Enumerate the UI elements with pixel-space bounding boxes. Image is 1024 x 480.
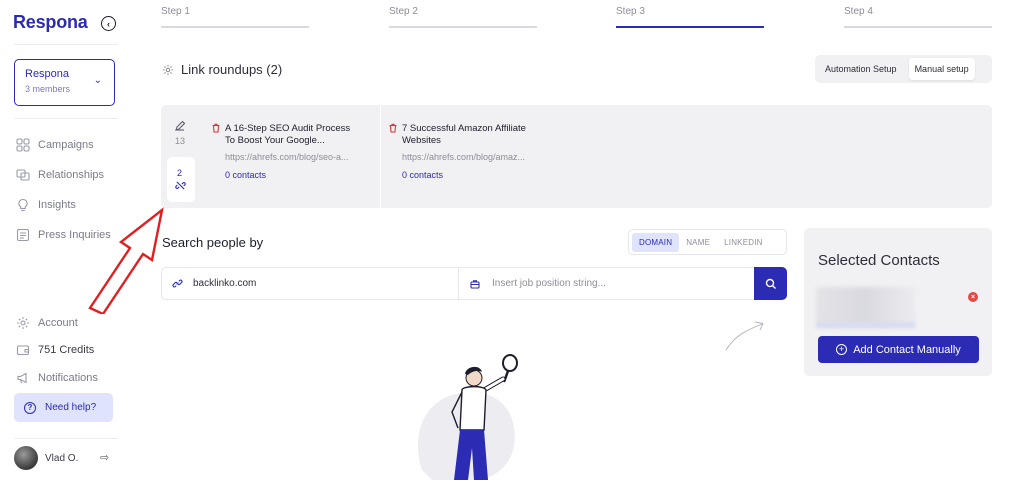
chevron-down-icon: ⌄ (93, 75, 102, 86)
search-type-name[interactable]: NAME (679, 233, 717, 252)
domain-input[interactable]: backlinko.com (162, 268, 459, 299)
team-members-count: 3 members (25, 84, 71, 94)
unlink-icon (175, 181, 186, 190)
avatar (14, 446, 38, 470)
divider (14, 438, 118, 439)
sidebar-item-label: Insights (38, 199, 76, 211)
step-label: Step 3 (616, 6, 645, 17)
step-label: Step 2 (389, 6, 418, 17)
roundup-title: 7 Successful Amazon Affiliate Websites (402, 123, 526, 147)
credits-label: 751 Credits (38, 344, 95, 356)
plus-icon: + (836, 344, 848, 355)
automation-setup-button[interactable]: Automation Setup (819, 58, 903, 80)
roundup-url[interactable]: https://ahrefs.com/blog/seo-a... (225, 152, 349, 162)
team-switcher[interactable]: Respona 3 members ⌄ (14, 59, 115, 106)
sidebar-item-relationships[interactable]: Relationships (16, 168, 104, 182)
need-help-label: Need help? (45, 402, 97, 413)
total-count: 13 (175, 136, 186, 146)
roundup-url[interactable]: https://ahrefs.com/blog/amaz... (402, 152, 525, 162)
search-type-domain[interactable]: DOMAIN (632, 232, 680, 252)
roundup-title: A 16-Step SEO Audit Process To Boost You… (225, 123, 350, 147)
link-icon (172, 279, 183, 288)
collapse-sidebar-icon[interactable]: ‹ (101, 16, 116, 31)
section-title: Link roundups (2) (181, 62, 283, 77)
setup-mode-toggle: Automation Setup Manual setup (815, 55, 992, 83)
blurred-contact (816, 287, 915, 327)
add-contact-manually-button[interactable]: + Add Contact Manually (818, 336, 979, 363)
app-root: { "app": { "name": "Respona" }, "team": … (0, 0, 1024, 480)
sidebar-item-label: Account (38, 317, 78, 329)
trash-icon[interactable] (211, 123, 221, 133)
question-icon: ? (24, 401, 36, 414)
person-with-magnifier-illustration (417, 354, 518, 480)
sidebar-item-label: Relationships (38, 169, 105, 181)
user-profile[interactable]: Vlad O. (14, 446, 78, 470)
job-position-input[interactable]: Insert job position string... (460, 268, 756, 299)
annotation-arrow (88, 207, 164, 314)
step-1[interactable]: Step 1 (161, 6, 309, 28)
grid-icon (16, 138, 30, 152)
step-4[interactable]: Step 4 (844, 6, 992, 28)
search-button[interactable] (754, 267, 787, 300)
sidebar-item-label: Notifications (38, 372, 98, 384)
add-contact-label: Add Contact Manually (853, 343, 961, 356)
gear-icon (162, 64, 174, 76)
sidebar-item-label: Campaigns (38, 139, 94, 151)
roundup-title-line: Websites (402, 135, 441, 146)
divider (14, 44, 118, 45)
roundup-contacts-link[interactable]: 0 contacts (402, 170, 443, 180)
sidebar-item-notifications[interactable]: Notifications (16, 371, 98, 385)
job-position-placeholder: Insert job position string... (492, 278, 606, 289)
sidebar-item-account[interactable]: Account (16, 316, 78, 330)
app-logo[interactable]: Respona (13, 12, 88, 33)
roundup-title-line: 7 Successful Amazon Affiliate (402, 123, 526, 134)
search-icon (765, 278, 776, 289)
step-bar (844, 26, 992, 28)
step-label: Step 4 (844, 6, 873, 17)
sidebar-item-insights[interactable]: Insights (16, 198, 76, 212)
selected-count: 2 (177, 168, 183, 178)
selected-contacts-title: Selected Contacts (818, 252, 940, 269)
domain-value: backlinko.com (193, 278, 257, 289)
gear-icon (16, 316, 30, 330)
wallet-icon (16, 343, 30, 357)
search-type-toggle: DOMAIN NAME LINKEDIN (628, 229, 787, 255)
step-label: Step 1 (161, 6, 190, 17)
roundup-contacts-link[interactable]: 0 contacts (225, 170, 266, 180)
team-name: Respona (25, 68, 70, 80)
step-bar (389, 26, 537, 28)
briefcase-icon (470, 279, 480, 289)
newspaper-icon (16, 228, 30, 242)
remove-contact-icon[interactable]: × (968, 292, 978, 302)
sidebar-item-campaigns[interactable]: Campaigns (16, 138, 94, 152)
pencil-icon[interactable] (174, 120, 186, 132)
search-people-label: Search people by (162, 235, 264, 250)
megaphone-icon (16, 371, 30, 385)
step-3[interactable]: Step 3 (616, 6, 764, 28)
lightbulb-icon (16, 198, 30, 212)
step-bar (161, 26, 309, 28)
manual-setup-button[interactable]: Manual setup (908, 58, 975, 80)
curved-arrow-icon (725, 321, 764, 351)
relationships-icon (16, 168, 30, 182)
user-name: Vlad O. (45, 452, 79, 464)
sidebar-item-credits[interactable]: 751 Credits (16, 343, 94, 357)
roundup-title-line: To Boost Your Google... (225, 135, 325, 146)
step-bar-active (616, 26, 764, 28)
blurred-contact-detail (816, 322, 915, 328)
search-type-linkedin[interactable]: LINKEDIN (717, 233, 770, 252)
roundup-title-line: A 16-Step SEO Audit Process (225, 123, 351, 134)
divider (14, 118, 118, 119)
search-row: backlinko.com Insert job position string… (161, 267, 787, 300)
logout-icon[interactable]: ⇨ (100, 451, 109, 464)
need-help-button[interactable]: ? Need help? (14, 393, 113, 422)
step-2[interactable]: Step 2 (389, 6, 537, 28)
trash-icon[interactable] (388, 123, 398, 133)
